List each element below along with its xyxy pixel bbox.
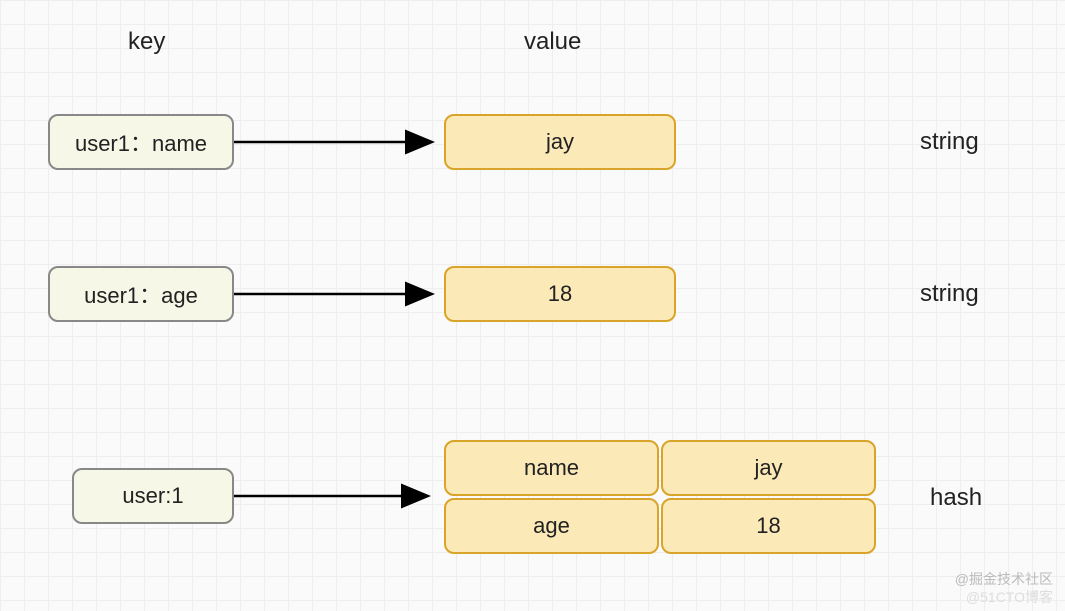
hash-name-label: name [524, 455, 579, 481]
watermark-main: @掘金技术社区 [955, 569, 1053, 589]
hash-age-label: age [533, 513, 570, 539]
hash-cell-age-label: age [444, 498, 659, 554]
row-type-2: string [920, 280, 979, 308]
arrow-3 [234, 482, 440, 512]
row-type-3: hash [930, 484, 982, 512]
hash-age-value: 18 [756, 513, 780, 539]
header-key: key [128, 28, 165, 56]
value-text-1: jay [546, 129, 574, 155]
hash-cell-name-label: name [444, 440, 659, 496]
header-value: value [524, 28, 581, 56]
value-box-2: 18 [444, 266, 676, 322]
hash-cell-name-value: jay [661, 440, 876, 496]
row-type-1: string [920, 128, 979, 156]
key-box-2: user1：age [48, 266, 234, 322]
key-text-3: user:1 [122, 483, 183, 509]
arrow-1 [234, 128, 444, 158]
arrow-2 [234, 280, 444, 310]
watermark-sub: @51CTO博客 [966, 587, 1053, 607]
hash-cell-age-value: 18 [661, 498, 876, 554]
key-box-3: user:1 [72, 468, 234, 524]
value-text-2: 18 [548, 281, 572, 307]
key-box-1: user1：name [48, 114, 234, 170]
key-text-2: user1：age [84, 278, 198, 310]
key-text-1: user1：name [75, 126, 207, 158]
hash-name-value: jay [754, 455, 782, 481]
value-box-1: jay [444, 114, 676, 170]
